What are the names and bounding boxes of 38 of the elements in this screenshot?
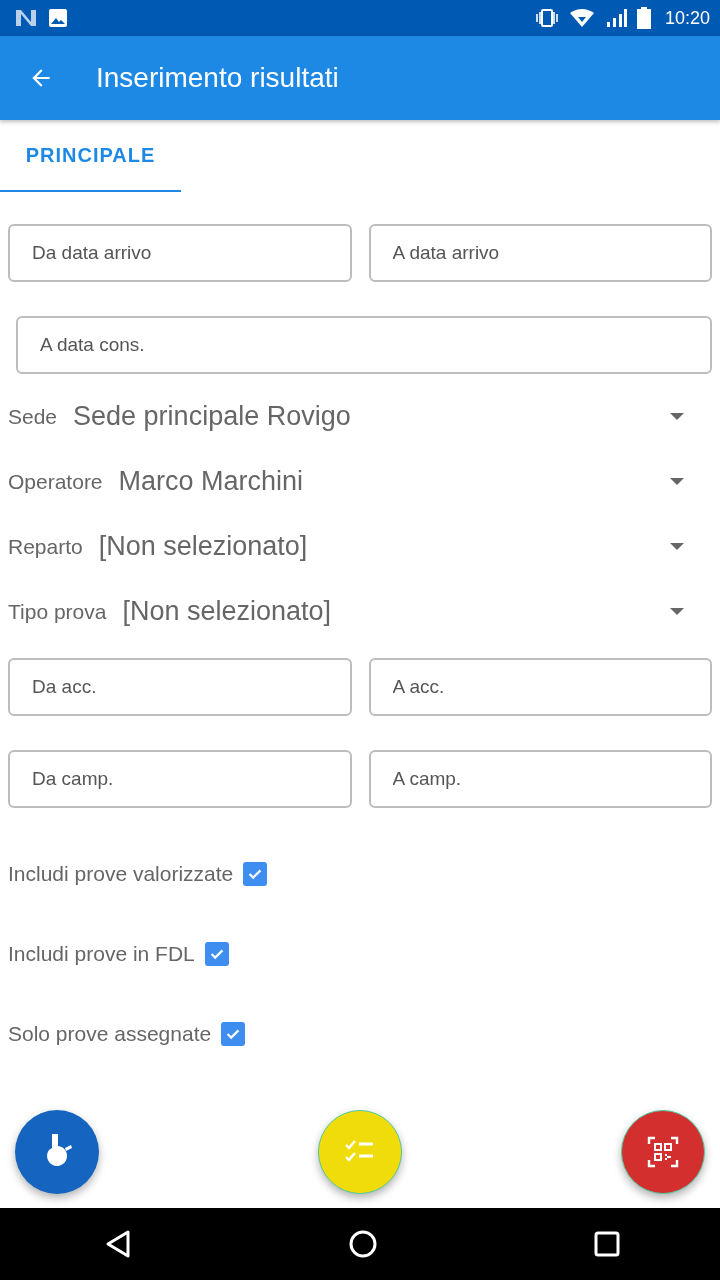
checkbox-label: Includi prove valorizzate bbox=[8, 862, 234, 886]
qr-scan-button[interactable] bbox=[621, 1110, 705, 1194]
checkbox-label: Includi prove in FDL bbox=[8, 942, 195, 966]
input-field[interactable]: Da camp. bbox=[8, 750, 352, 808]
home-icon[interactable] bbox=[348, 1229, 378, 1259]
dropdown[interactable]: Marco Marchini bbox=[118, 466, 712, 497]
input-field[interactable]: Da acc. bbox=[8, 658, 352, 716]
screen-title: Inserimento risultati bbox=[96, 62, 339, 94]
input-field[interactable]: Da data arrivo bbox=[8, 224, 352, 282]
notification-logo-icon bbox=[14, 8, 38, 28]
clock: 10:20 bbox=[664, 7, 710, 29]
qr-code-icon[interactable] bbox=[647, 1136, 679, 1168]
caret-icon[interactable] bbox=[670, 477, 684, 486]
recents-icon[interactable] bbox=[594, 1231, 620, 1257]
wifi-icon bbox=[568, 8, 595, 28]
field-label: Tipo prova bbox=[8, 599, 107, 624]
dropdown[interactable]: Sede principale Rovigo bbox=[73, 401, 712, 432]
image-icon bbox=[48, 8, 68, 28]
input-field[interactable]: A camp. bbox=[368, 750, 712, 808]
caret-icon[interactable] bbox=[670, 412, 684, 421]
back-icon[interactable] bbox=[104, 1229, 132, 1259]
field-label: Operatore bbox=[8, 469, 103, 494]
input-field[interactable]: A data arrivo bbox=[368, 224, 712, 282]
signal-icon bbox=[604, 8, 627, 28]
field-label: Reparto bbox=[8, 534, 83, 559]
caret-icon[interactable] bbox=[670, 542, 684, 551]
checklist-button[interactable] bbox=[318, 1110, 402, 1194]
caret-icon[interactable] bbox=[670, 607, 684, 616]
input-field[interactable]: A acc. bbox=[368, 658, 712, 716]
battery-icon bbox=[636, 7, 651, 29]
checkbox-label: Solo prove assegnate bbox=[8, 1022, 212, 1046]
vibrate-icon bbox=[534, 8, 559, 28]
dropdown[interactable]: [Non selezionato] bbox=[98, 531, 712, 562]
flask-button[interactable] bbox=[15, 1110, 99, 1194]
field-label: Sede bbox=[8, 404, 58, 429]
input-field[interactable]: A data cons. bbox=[16, 316, 712, 374]
dropdown[interactable]: [Non selezionato] bbox=[122, 596, 712, 627]
tab[interactable]: PRINCIPALE bbox=[0, 120, 181, 192]
